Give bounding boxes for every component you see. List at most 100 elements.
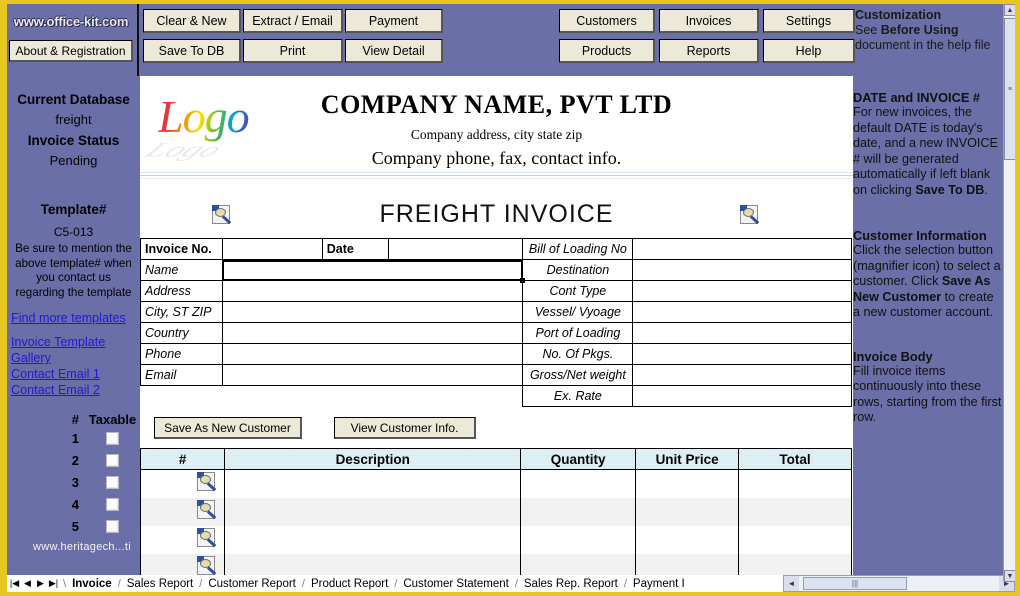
- magnifier-icon: [197, 527, 219, 548]
- item-lookup-cell[interactable]: [140, 469, 226, 498]
- gross-net-weight-input[interactable]: [632, 364, 852, 386]
- tab-payment[interactable]: Payment I: [627, 576, 691, 592]
- scroll-left-button[interactable]: ◄: [784, 576, 799, 591]
- destination-label: Destination: [522, 259, 634, 281]
- taxable-checkbox[interactable]: [106, 475, 119, 489]
- company-logo: Logo Logo: [140, 84, 250, 170]
- bill-of-loading-input[interactable]: [632, 238, 852, 260]
- ex-rate-input[interactable]: [632, 385, 852, 407]
- port-of-loading-label: Port of Loading: [522, 322, 634, 344]
- about-registration-button[interactable]: About & Registration: [9, 40, 133, 62]
- taxable-table: # Taxable 1 2 3 4 5: [7, 412, 140, 537]
- no-of-pkgs-input[interactable]: [632, 343, 852, 365]
- field-row-city: City, ST ZIP Vessel/ Vyoage: [140, 301, 852, 323]
- right-lookup-button[interactable]: [740, 204, 762, 230]
- save-to-db-button[interactable]: Save To DB: [143, 39, 241, 63]
- item-quantity-input[interactable]: [520, 469, 637, 498]
- help-button[interactable]: Help: [763, 39, 855, 63]
- taxable-checkbox[interactable]: [106, 497, 119, 511]
- tab-sales-rep-report[interactable]: Sales Rep. Report: [518, 576, 624, 592]
- template-number-value: C5-013: [53, 225, 94, 239]
- prev-sheet-icon[interactable]: ◀: [22, 578, 33, 589]
- link-contact-email-2[interactable]: Contact Email 2: [11, 382, 140, 398]
- ex-rate-label: Ex. Rate: [522, 385, 634, 407]
- item-lookup-cell[interactable]: [140, 498, 226, 526]
- next-sheet-icon[interactable]: ▶: [35, 578, 46, 589]
- cont-type-input[interactable]: [632, 280, 852, 302]
- field-row-name: Name Destination: [140, 259, 852, 284]
- vertical-scrollbar[interactable]: ▲ ≡ ▼: [1003, 4, 1016, 582]
- date-input[interactable]: [387, 238, 524, 260]
- item-unitprice-input[interactable]: [635, 469, 739, 498]
- tab-sales-report[interactable]: Sales Report: [121, 576, 199, 592]
- reports-button[interactable]: Reports: [659, 39, 759, 63]
- item-lookup-cell[interactable]: [140, 526, 226, 554]
- vessel-vyoage-input[interactable]: [632, 301, 852, 323]
- item-description-input[interactable]: [224, 498, 522, 526]
- no-of-pkgs-label: No. Of Pkgs.: [522, 343, 634, 365]
- table-row: [140, 498, 853, 526]
- item-unitprice-input[interactable]: [635, 498, 739, 526]
- email-input[interactable]: [221, 364, 524, 386]
- destination-input[interactable]: [632, 259, 852, 281]
- taxable-row-num: 4: [71, 496, 79, 512]
- window-frame-right: [1015, 0, 1020, 596]
- field-row-phone: Phone No. Of Pkgs.: [140, 343, 852, 365]
- horizontal-scrollbar[interactable]: ◄ ||| ►: [783, 575, 1015, 592]
- extract-email-button[interactable]: Extract / Email: [243, 9, 343, 33]
- customization-note: Customization See Before Using document …: [855, 8, 1005, 53]
- country-input[interactable]: [221, 322, 524, 344]
- item-description-input[interactable]: [224, 526, 522, 554]
- invoice-status-value: Pending: [49, 153, 98, 168]
- customers-button[interactable]: Customers: [559, 9, 655, 33]
- item-quantity-input[interactable]: [520, 498, 637, 526]
- link-invoice-template-gallery[interactable]: Invoice Template Gallery: [11, 334, 140, 366]
- sheet-nav-buttons: |◀ ◀ ▶ ▶|: [7, 578, 63, 589]
- taxable-checkbox[interactable]: [106, 519, 119, 533]
- magnifier-icon: [197, 471, 219, 492]
- horizontal-scroll-thumb[interactable]: |||: [803, 577, 907, 590]
- tab-product-report[interactable]: Product Report: [305, 576, 394, 592]
- settings-button[interactable]: Settings: [763, 9, 855, 33]
- item-unitprice-input[interactable]: [635, 526, 739, 554]
- save-as-new-customer-button[interactable]: Save As New Customer: [154, 417, 302, 439]
- vessel-vyoage-label: Vessel/ Vyoage: [522, 301, 634, 323]
- address-input[interactable]: [221, 280, 524, 302]
- field-row-country: Country Port of Loading: [140, 322, 852, 344]
- print-button[interactable]: Print: [243, 39, 343, 63]
- header-divider-band: [140, 172, 853, 180]
- tab-invoice[interactable]: Invoice: [66, 576, 118, 592]
- city-st-zip-input[interactable]: [221, 301, 524, 323]
- phone-input[interactable]: [221, 343, 524, 365]
- branding-block: www.office-kit.com About & Registration: [7, 4, 135, 76]
- last-sheet-icon[interactable]: ▶|: [48, 578, 59, 589]
- link-contact-email-1[interactable]: Contact Email 1: [11, 366, 140, 382]
- field-row-invoice-no: Invoice No. Date Bill of Loading No: [140, 238, 852, 260]
- help-body-date-invoice: For new invoices, the default DATE is to…: [853, 105, 998, 197]
- taxable-row: 2: [7, 449, 140, 471]
- item-description-input[interactable]: [224, 469, 522, 498]
- view-detail-button[interactable]: View Detail: [345, 39, 443, 63]
- first-sheet-icon[interactable]: |◀: [9, 578, 20, 589]
- taxable-checkbox[interactable]: [106, 431, 119, 445]
- taxable-checkbox[interactable]: [106, 453, 119, 467]
- invoice-no-label: Invoice No.: [140, 238, 223, 260]
- payment-button[interactable]: Payment: [345, 9, 443, 33]
- city-st-zip-label: City, ST ZIP: [140, 301, 223, 323]
- invoice-no-input[interactable]: [221, 238, 323, 260]
- item-quantity-input[interactable]: [520, 526, 637, 554]
- tab-customer-report[interactable]: Customer Report: [202, 576, 302, 592]
- invoice-status-label: Invoice Status: [27, 133, 120, 148]
- taxable-col-num-header: #: [71, 412, 79, 427]
- clear-and-new-button[interactable]: Clear & New: [143, 9, 241, 33]
- port-of-loading-input[interactable]: [632, 322, 852, 344]
- products-button[interactable]: Products: [559, 39, 655, 63]
- link-find-more-templates[interactable]: Find more templates: [11, 310, 140, 326]
- country-label: Country: [140, 322, 223, 344]
- tab-customer-statement[interactable]: Customer Statement: [397, 576, 514, 592]
- view-customer-info-button[interactable]: View Customer Info.: [334, 417, 476, 439]
- name-input[interactable]: [221, 259, 526, 284]
- template-note: Be sure to mention the above template# w…: [15, 242, 132, 299]
- customer-action-buttons: Save As New Customer View Customer Info.: [140, 417, 852, 445]
- invoices-button[interactable]: Invoices: [659, 9, 759, 33]
